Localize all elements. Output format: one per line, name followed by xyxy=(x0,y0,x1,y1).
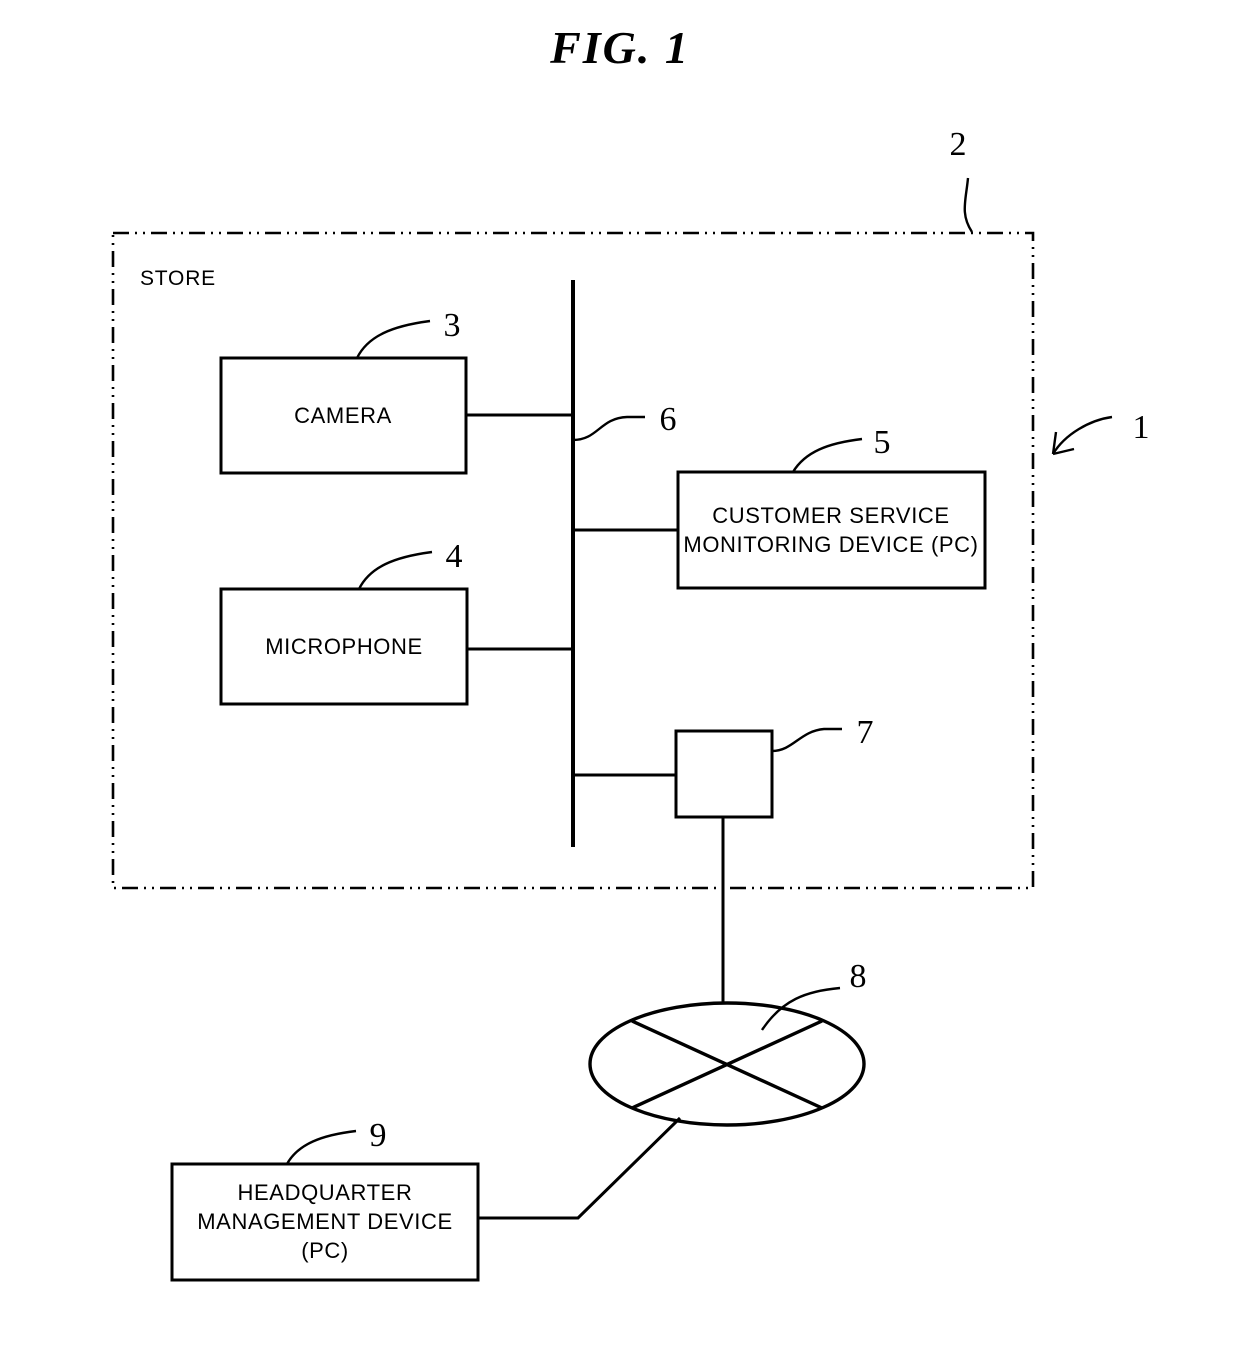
figure-title: FIG. 1 xyxy=(549,22,690,73)
monitoring-device-box xyxy=(676,470,987,590)
ref-4-leader xyxy=(357,550,433,590)
monitoring-device-label-line1: CUSTOMER SERVICE xyxy=(712,503,949,528)
ref-7-number: 7 xyxy=(857,714,874,751)
router-box xyxy=(674,729,774,819)
headquarter-label-line1: HEADQUARTER xyxy=(238,1180,413,1205)
ref-1-leader xyxy=(1051,415,1113,455)
ref-5-leader xyxy=(791,437,863,473)
ref-9-leader xyxy=(285,1129,357,1165)
figure-canvas: FIG. 1 STORE 2 1 6 CAMERA 3 MICROPHONE 4… xyxy=(111,22,1150,1282)
microphone-box-label: MICROPHONE xyxy=(265,634,423,659)
headquarter-label-line3: (PC) xyxy=(301,1238,349,1263)
ref-7-leader xyxy=(771,727,842,753)
ref-2-leader xyxy=(963,177,974,233)
ref-1-number: 1 xyxy=(1133,409,1150,446)
ref-2-number: 2 xyxy=(950,126,967,163)
store-region-label: STORE xyxy=(140,267,216,290)
headquarter-label-line2: MANAGEMENT DEVICE xyxy=(197,1209,453,1234)
patent-figure: FIG. 1 STORE 2 1 6 CAMERA 3 MICROPHONE 4… xyxy=(0,0,1240,1369)
camera-box-label: CAMERA xyxy=(294,403,392,428)
ref-4-number: 4 xyxy=(446,538,463,575)
ref-6-number: 6 xyxy=(660,401,677,438)
ref-5-number: 5 xyxy=(874,424,891,461)
ref-8-number: 8 xyxy=(850,958,867,995)
ref-6-leader xyxy=(572,415,645,442)
ref-3-leader xyxy=(355,319,431,359)
monitoring-device-label-line2: MONITORING DEVICE (PC) xyxy=(683,532,978,557)
ref-3-number: 3 xyxy=(444,307,461,344)
network-to-headquarter-connector xyxy=(478,1116,682,1220)
ref-9-number: 9 xyxy=(370,1117,387,1154)
